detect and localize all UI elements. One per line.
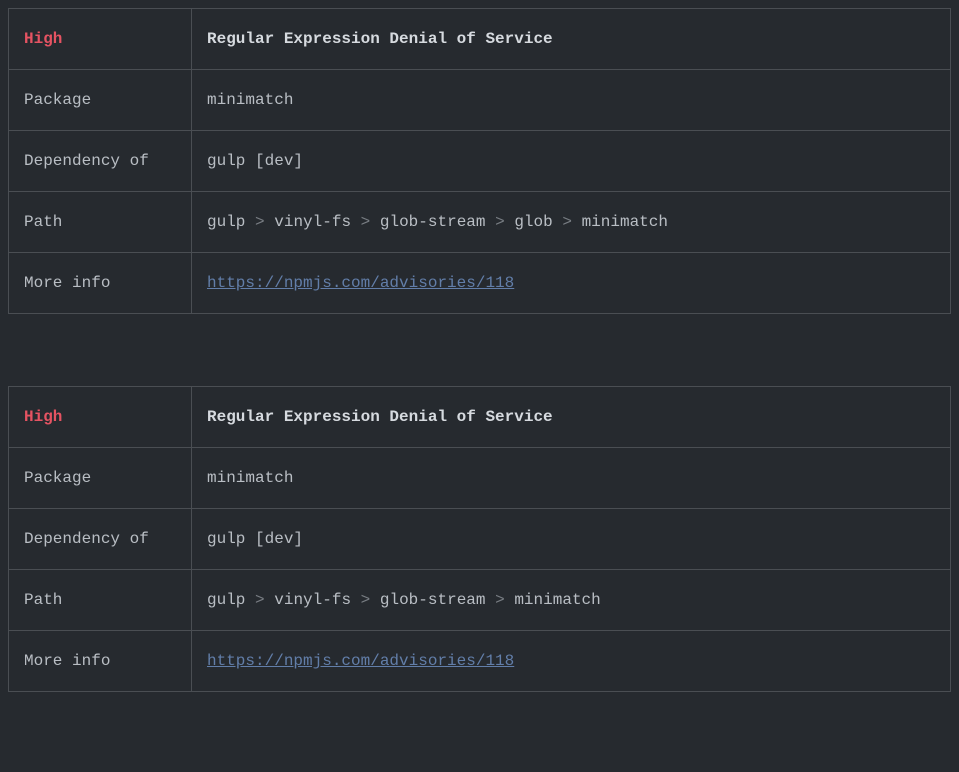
advisory-title: Regular Expression Denial of Service xyxy=(207,30,553,48)
dependency-of-value: gulp [dev] xyxy=(192,131,951,192)
path-label: Path xyxy=(9,192,192,253)
path-segment: vinyl-fs xyxy=(274,213,351,231)
path-separator-icon: > xyxy=(361,591,371,609)
path-segment: minimatch xyxy=(582,213,668,231)
path-separator-icon: > xyxy=(495,213,505,231)
advisory-table: High Regular Expression Denial of Servic… xyxy=(8,386,951,692)
path-segment: gulp xyxy=(207,591,245,609)
table-row: Dependency of gulp [dev] xyxy=(9,509,951,570)
path-separator-icon: > xyxy=(562,213,572,231)
dependency-of-value: gulp [dev] xyxy=(192,509,951,570)
path-separator-icon: > xyxy=(255,213,265,231)
path-segment: minimatch xyxy=(514,591,600,609)
path-segment: vinyl-fs xyxy=(274,591,351,609)
path-segment: glob-stream xyxy=(380,213,486,231)
table-row: High Regular Expression Denial of Servic… xyxy=(9,9,951,70)
path-segment: glob-stream xyxy=(380,591,486,609)
package-label: Package xyxy=(9,448,192,509)
advisory-table: High Regular Expression Denial of Servic… xyxy=(8,8,951,314)
package-value: minimatch xyxy=(192,70,951,131)
path-value: gulp > vinyl-fs > glob-stream > minimatc… xyxy=(192,570,951,631)
path-label: Path xyxy=(9,570,192,631)
table-row: Package minimatch xyxy=(9,448,951,509)
dependency-of-label: Dependency of xyxy=(9,131,192,192)
package-value: minimatch xyxy=(192,448,951,509)
path-separator-icon: > xyxy=(361,213,371,231)
table-row: More info https://npmjs.com/advisories/1… xyxy=(9,631,951,692)
severity-label: High xyxy=(24,30,62,48)
table-row: Package minimatch xyxy=(9,70,951,131)
path-segment: gulp xyxy=(207,213,245,231)
severity-label: High xyxy=(24,408,62,426)
table-row: Path gulp > vinyl-fs > glob-stream > min… xyxy=(9,570,951,631)
advisory-title: Regular Expression Denial of Service xyxy=(207,408,553,426)
path-separator-icon: > xyxy=(495,591,505,609)
path-segment: glob xyxy=(514,213,552,231)
advisory-link[interactable]: https://npmjs.com/advisories/118 xyxy=(207,652,514,670)
package-label: Package xyxy=(9,70,192,131)
table-row: Path gulp > vinyl-fs > glob-stream > glo… xyxy=(9,192,951,253)
more-info-label: More info xyxy=(9,253,192,314)
table-row: More info https://npmjs.com/advisories/1… xyxy=(9,253,951,314)
more-info-label: More info xyxy=(9,631,192,692)
advisory-link[interactable]: https://npmjs.com/advisories/118 xyxy=(207,274,514,292)
dependency-of-label: Dependency of xyxy=(9,509,192,570)
table-row: High Regular Expression Denial of Servic… xyxy=(9,387,951,448)
path-value: gulp > vinyl-fs > glob-stream > glob > m… xyxy=(192,192,951,253)
path-separator-icon: > xyxy=(255,591,265,609)
table-row: Dependency of gulp [dev] xyxy=(9,131,951,192)
